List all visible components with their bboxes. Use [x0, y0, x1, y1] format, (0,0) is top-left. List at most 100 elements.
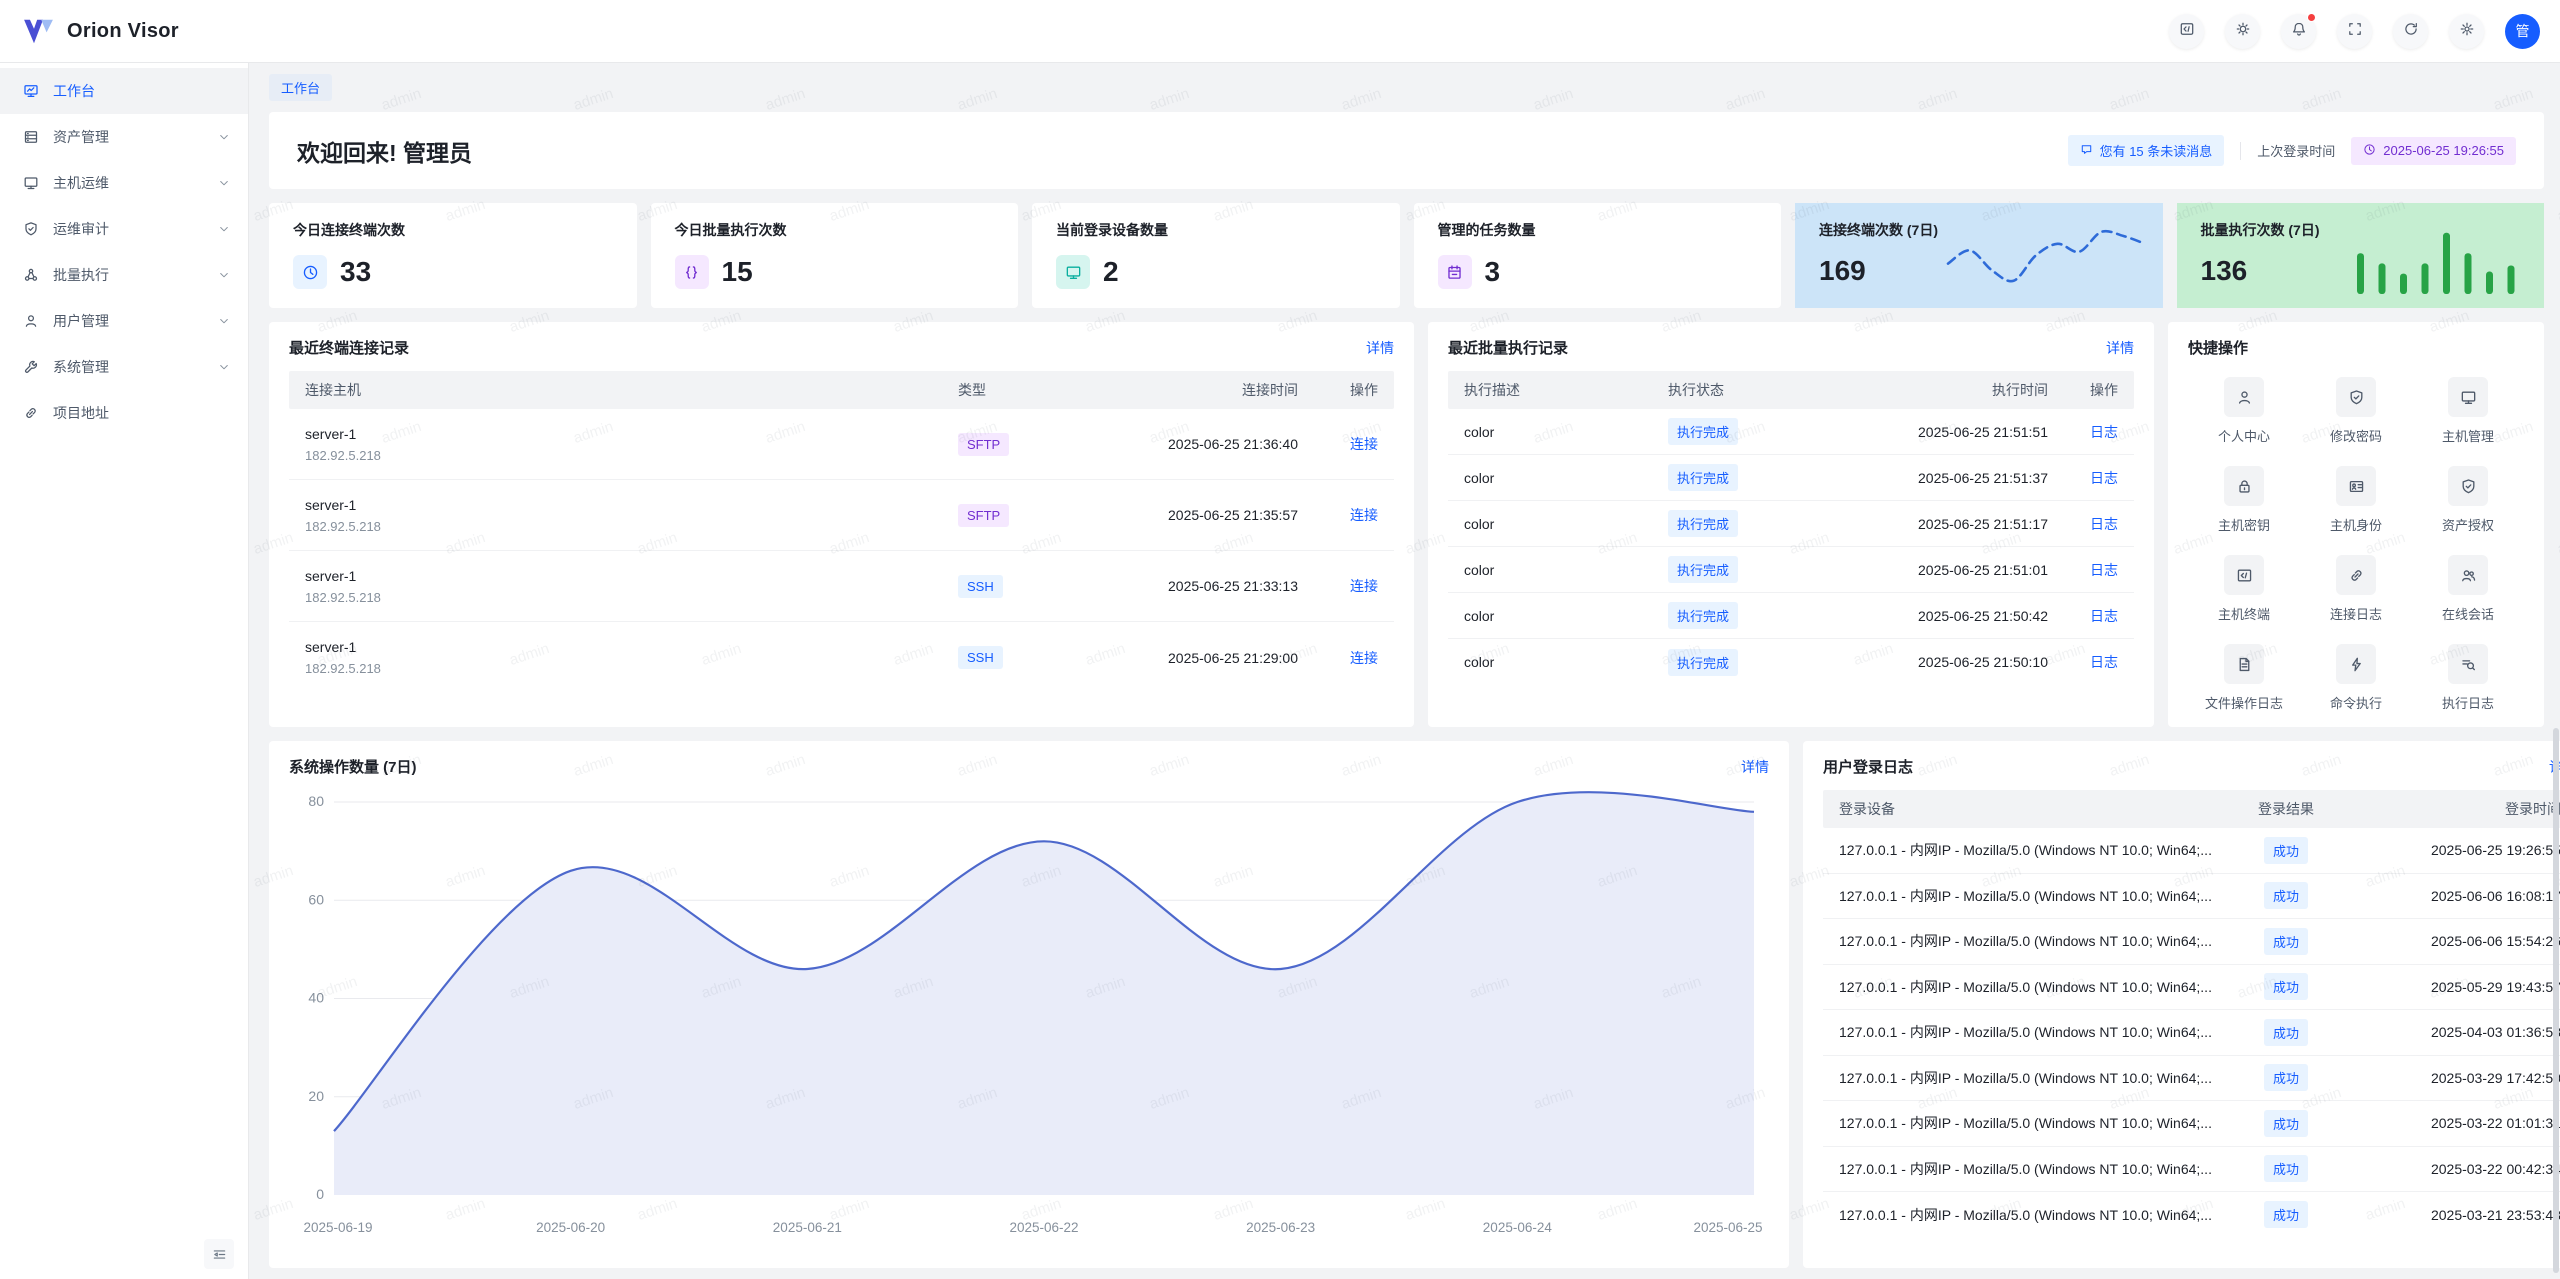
- login-device: 127.0.0.1 - 内网IP - Mozilla/5.0 (Windows …: [1839, 931, 2226, 951]
- shield-check-icon: [2336, 377, 2376, 417]
- quick-action[interactable]: 文件操作日志: [2188, 644, 2300, 712]
- braces-icon: [675, 255, 709, 289]
- sidebar-item[interactable]: 系统管理: [0, 344, 248, 390]
- chart-detail-link[interactable]: 详情: [1741, 757, 1769, 777]
- sidebar-item[interactable]: 批量执行: [0, 252, 248, 298]
- exec-description: color: [1464, 654, 1668, 670]
- quick-action[interactable]: 主机终端: [2188, 555, 2300, 623]
- log-link[interactable]: 日志: [2090, 562, 2118, 578]
- svg-text:60: 60: [308, 891, 324, 907]
- breadcrumb-item-workbench[interactable]: 工作台: [269, 74, 332, 101]
- sidebar-item-label: 工作台: [53, 81, 230, 101]
- sidebar-item[interactable]: 资产管理: [0, 114, 248, 160]
- quick-action[interactable]: 在线会话: [2412, 555, 2524, 623]
- svg-text:0: 0: [316, 1186, 324, 1202]
- table-row: server-1 182.92.5.218 SSH 2025-06-25 21:…: [289, 622, 1394, 693]
- collapse-sidebar-button[interactable]: [204, 1239, 234, 1269]
- connection-type-badge: SSH: [958, 646, 1003, 669]
- connect-link[interactable]: 连接: [1350, 650, 1378, 666]
- sidebar-item[interactable]: 运维审计: [0, 206, 248, 252]
- login-table-body: 127.0.0.1 - 内网IP - Mozilla/5.0 (Windows …: [1823, 828, 2560, 1238]
- connection-type-badge: SFTP: [958, 504, 1009, 527]
- scrollbar: [2552, 63, 2560, 1279]
- sidebar-item[interactable]: 项目地址: [0, 390, 248, 436]
- refresh-icon[interactable]: [2393, 14, 2428, 49]
- batch-table-header: 执行描述 执行状态 执行时间 操作: [1448, 371, 2134, 409]
- connect-link[interactable]: 连接: [1350, 507, 1378, 523]
- connect-link[interactable]: 连接: [1350, 436, 1378, 452]
- code-square-icon[interactable]: [2169, 14, 2204, 49]
- login-table-header: 登录设备 登录结果 登录时间: [1823, 790, 2560, 828]
- topbar-actions: 管: [2169, 14, 2540, 49]
- quick-action-label: 主机密钥: [2218, 515, 2270, 534]
- welcome-card: 欢迎回来! 管理员 您有 15 条未读消息 上次登录时间 2025-06-25 …: [269, 112, 2544, 189]
- quick-action[interactable]: 主机管理: [2412, 377, 2524, 445]
- terminal-table-header: 连接主机 类型 连接时间 操作: [289, 371, 1394, 409]
- svg-text:40: 40: [308, 990, 324, 1006]
- login-log-card: 用户登录日志 详情 登录设备 登录结果 登录时间 127.0.0.1 - 内网I…: [1803, 741, 2560, 1268]
- exec-time: 2025-06-25 21:51:37: [1818, 470, 2048, 486]
- quick-action[interactable]: 执行日志: [2412, 644, 2524, 712]
- quick-action-label: 执行日志: [2442, 693, 2494, 712]
- notification-bell-icon[interactable]: [2281, 14, 2316, 49]
- log-link[interactable]: 日志: [2090, 608, 2118, 624]
- exec-time: 2025-06-25 21:50:10: [1818, 654, 2048, 670]
- quick-action-label: 主机身份: [2330, 515, 2382, 534]
- stats-row: 今日连接终端次数 33 今日批量执行次数 15 当前登录设备数量 2: [269, 203, 2544, 308]
- table-row: color 执行完成 2025-06-25 21:51:51 日志: [1448, 409, 2134, 455]
- fullscreen-icon[interactable]: [2337, 14, 2372, 49]
- login-result-badge: 成功: [2264, 1155, 2308, 1182]
- unread-messages-badge[interactable]: 您有 15 条未读消息: [2068, 135, 2225, 166]
- exec-status-badge: 执行完成: [1668, 649, 1738, 676]
- scrollbar-thumb[interactable]: [2553, 728, 2559, 1273]
- task-calendar-icon: [1438, 255, 1472, 289]
- sidebar-item[interactable]: 用户管理: [0, 298, 248, 344]
- last-login-label: 上次登录时间: [2257, 141, 2335, 160]
- login-time: 2025-06-06 16:08:17: [2346, 888, 2560, 904]
- brand: Orion Visor: [22, 18, 179, 45]
- batch-detail-link[interactable]: 详情: [2106, 338, 2134, 358]
- top-bar: Orion Visor 管: [0, 0, 2560, 63]
- quick-action[interactable]: 修改密码: [2300, 377, 2412, 445]
- users-icon: [2448, 555, 2488, 595]
- settings-gear-icon[interactable]: [2449, 14, 2484, 49]
- sidebar-item-label: 运维审计: [53, 219, 218, 239]
- quick-action[interactable]: 连接日志: [2300, 555, 2412, 623]
- system-operations-chart-card: 系统操作数量 (7日) 详情 0204060802025-06-192025-0…: [269, 741, 1789, 1268]
- sidebar-item[interactable]: 工作台: [0, 68, 248, 114]
- log-link[interactable]: 日志: [2090, 470, 2118, 486]
- stat-card-batch-7d: 批量执行次数 (7日) 136: [2177, 203, 2545, 308]
- search-log-icon: [2448, 644, 2488, 684]
- quick-action[interactable]: 命令执行: [2300, 644, 2412, 712]
- login-time: 2025-03-22 01:01:31: [2346, 1115, 2560, 1131]
- quick-action[interactable]: 主机身份: [2300, 466, 2412, 534]
- chevron-down-icon: [218, 223, 230, 235]
- terminal-7d-sparkline: [1944, 216, 2149, 298]
- terminal-detail-link[interactable]: 详情: [1366, 338, 1394, 358]
- quick-action-label: 命令执行: [2330, 693, 2382, 712]
- app-title: Orion Visor: [67, 20, 179, 43]
- avatar[interactable]: 管: [2505, 14, 2540, 49]
- login-result-badge: 成功: [2264, 882, 2308, 909]
- host-ip: 182.92.5.218: [305, 519, 958, 534]
- quick-action[interactable]: 资产授权: [2412, 466, 2524, 534]
- table-row: color 执行完成 2025-06-25 21:51:17 日志: [1448, 501, 2134, 547]
- host-ip: 182.92.5.218: [305, 590, 958, 605]
- quick-action[interactable]: 个人中心: [2188, 377, 2300, 445]
- quick-action[interactable]: 主机密钥: [2188, 466, 2300, 534]
- connect-link[interactable]: 连接: [1350, 578, 1378, 594]
- batch-table-body: color 执行完成 2025-06-25 21:51:51 日志 color …: [1448, 409, 2134, 685]
- quick-action-label: 个人中心: [2218, 426, 2270, 445]
- log-link[interactable]: 日志: [2090, 516, 2118, 532]
- workbench-icon: [23, 83, 39, 99]
- theme-icon[interactable]: [2225, 14, 2260, 49]
- sidebar-item-label: 系统管理: [53, 357, 218, 377]
- log-link[interactable]: 日志: [2090, 424, 2118, 440]
- sidebar-item[interactable]: 主机运维: [0, 160, 248, 206]
- exec-status-badge: 执行完成: [1668, 418, 1738, 445]
- connection-type-badge: SFTP: [958, 433, 1009, 456]
- login-log-title: 用户登录日志: [1823, 756, 1913, 777]
- app-root: Orion Visor 管 工作台 资产管理: [0, 0, 2560, 1279]
- bottom-row: 系统操作数量 (7日) 详情 0204060802025-06-192025-0…: [269, 741, 2544, 1268]
- log-link[interactable]: 日志: [2090, 654, 2118, 670]
